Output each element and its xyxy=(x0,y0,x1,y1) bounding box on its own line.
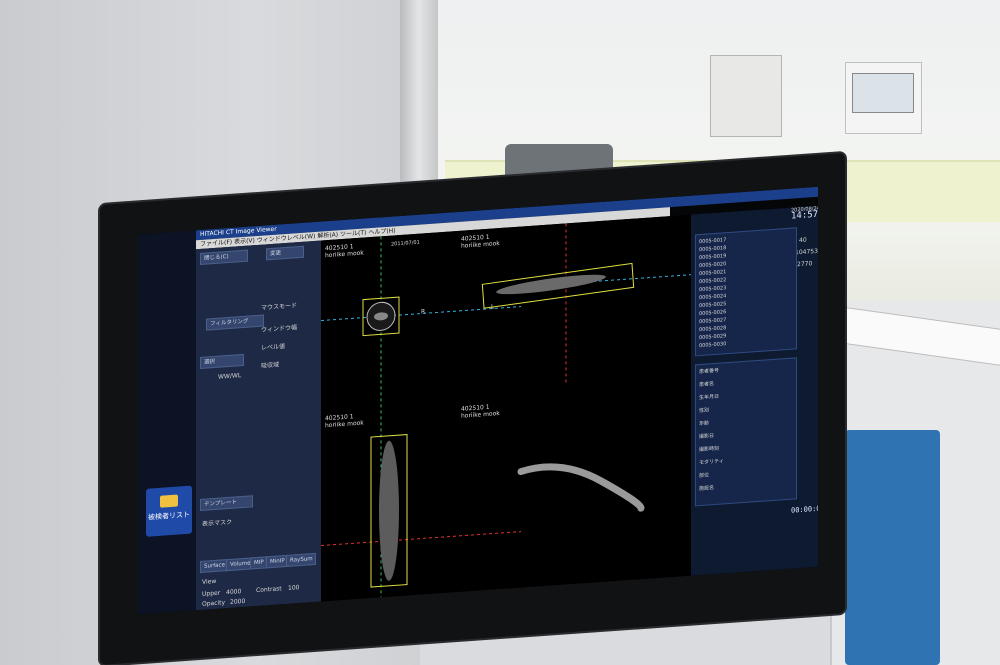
left-sidebar: 被検者リスト xyxy=(138,230,196,615)
value-b: 104753 xyxy=(795,247,818,257)
minip-tab[interactable]: MinIP xyxy=(266,554,288,569)
value-c: 2770 xyxy=(797,260,813,269)
info-row-label: 性別 xyxy=(699,407,710,415)
contrast-label: Contrast xyxy=(256,585,282,595)
orient-r: R xyxy=(421,308,425,315)
overlay-name-4: horiike mook xyxy=(325,420,364,430)
ww-wl-label: WW/WL xyxy=(218,372,242,381)
vital-monitor xyxy=(845,62,922,134)
close-button[interactable]: 閉じる(C) xyxy=(200,249,248,266)
series-list-row[interactable]: 0005-0030 xyxy=(699,341,726,350)
patient-list-label: 被検者リスト xyxy=(148,510,190,522)
opacity-value: 2000 xyxy=(230,597,246,606)
monitor: 被検者リスト HITACHI CT Image Viewer ファイル(F) 表… xyxy=(100,152,845,665)
crosshair-red xyxy=(321,531,521,547)
info-row-label: 部位 xyxy=(699,472,710,480)
control-panel: 閉じる(C) 変更 フィルタリング マウスモード ウィンドウ幅 レベル値 吸収域… xyxy=(196,240,321,611)
timer-readout: 00:00:00 xyxy=(791,504,818,515)
monitor-screen: 被検者リスト HITACHI CT Image Viewer ファイル(F) 表… xyxy=(138,186,818,615)
folder-icon xyxy=(160,494,178,508)
info-row-label: 患者名 xyxy=(699,381,715,389)
info-row-label: 生年月日 xyxy=(699,393,720,402)
coronal-body xyxy=(379,440,399,581)
info-row-label: 患者番号 xyxy=(699,367,720,376)
info-row-label: モダリティ xyxy=(699,458,724,467)
select-button[interactable]: 選択 xyxy=(200,353,244,370)
ct-views[interactable]: 402510 1 horiike mook 402510 1 horiike m… xyxy=(321,215,691,602)
change-button[interactable]: 変更 xyxy=(266,245,304,261)
blue-binder xyxy=(845,430,940,665)
filtering-button[interactable]: フィルタリング xyxy=(206,314,264,331)
info-row-label: 年齢 xyxy=(699,420,710,428)
display-mask-label: 表示マスク xyxy=(202,518,233,528)
value-a: 40 xyxy=(799,236,807,245)
contrast-value: 100 xyxy=(288,584,300,592)
absorption-label: 吸収域 xyxy=(261,361,280,370)
overlay-name: horiike mook xyxy=(325,250,364,260)
info-row-label: 撮影日 xyxy=(699,433,715,441)
patient-info-table: 患者番号患者名生年月日性別年齢撮影日撮影時刻モダリティ部位施設名 xyxy=(695,357,797,507)
vital-monitor-screen xyxy=(852,73,914,113)
volume-tab[interactable]: Volume xyxy=(226,557,252,572)
window-width-label: ウィンドウ幅 xyxy=(261,324,298,334)
level-label: レベル値 xyxy=(261,343,286,352)
render-3d-skeleton xyxy=(517,463,645,512)
info-row-label: 撮影時刻 xyxy=(699,445,720,454)
right-panel: 14:57:19 2020/08/24 40 104753 2770 0005-… xyxy=(691,206,818,576)
opacity-label: Opacity xyxy=(202,599,226,608)
view-label: View xyxy=(202,577,217,586)
overlay-date: 2011/07/01 xyxy=(391,240,420,248)
series-list[interactable]: 0005-0017 0005-0018 0005-0019 0005-0020 0005… xyxy=(695,227,797,357)
anesthesia-device xyxy=(710,55,782,137)
mouse-mode-label: マウスモード xyxy=(261,302,298,312)
patient-list-button[interactable]: 被検者リスト xyxy=(146,485,192,537)
info-row-label: 施設名 xyxy=(699,485,715,493)
overlay-name-3: horiike mook xyxy=(461,410,500,420)
template-button[interactable]: テンプレート xyxy=(200,495,253,512)
surface-tab[interactable]: Surface xyxy=(200,559,228,574)
raysum-tab[interactable]: RaySum xyxy=(286,552,316,567)
upper-value: 4000 xyxy=(226,588,242,597)
overlay-name-2: horiike mook xyxy=(461,240,500,250)
image-viewports[interactable]: 402510 1 horiike mook 402510 1 horiike m… xyxy=(321,214,691,602)
upper-label: Upper xyxy=(202,589,221,598)
